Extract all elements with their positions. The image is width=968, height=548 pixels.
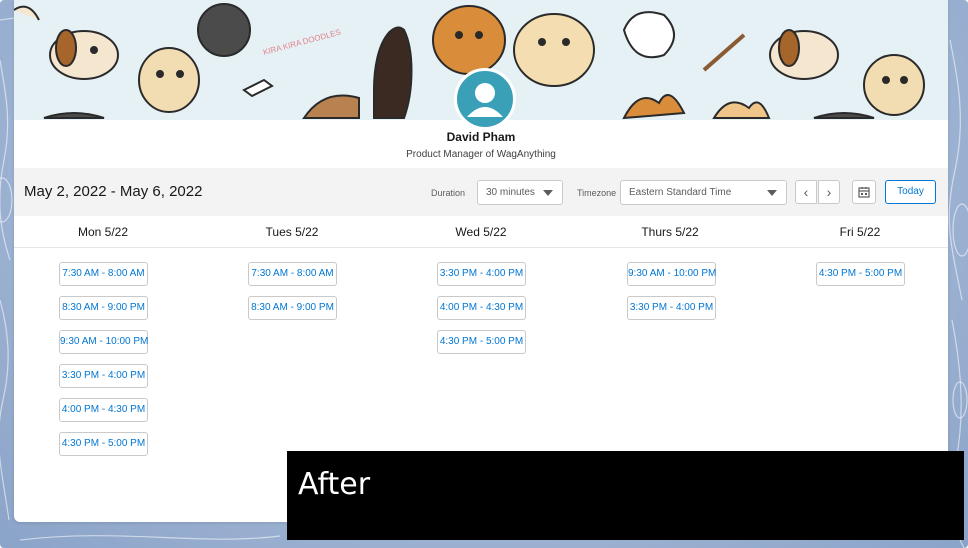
timezone-select[interactable]: Eastern Standard Time <box>620 180 787 205</box>
day-header-fri: Fri 5/22 <box>839 225 881 239</box>
after-label: After <box>298 467 371 502</box>
chevron-right-icon: › <box>826 184 832 200</box>
banner-logo-text: KIRA KIRA DOODLES <box>262 28 342 57</box>
avatar <box>454 68 516 130</box>
time-slot-button[interactable]: 8:30 AM - 9:00 PM <box>59 296 148 320</box>
time-slot-button[interactable]: 4:30 PM - 5:00 PM <box>59 432 148 456</box>
time-slot-button[interactable]: 9:30 AM - 10:00 PM <box>59 330 148 354</box>
time-slot-button[interactable]: 9:30 AM - 10:00 PM <box>627 262 716 286</box>
caret-down-icon <box>543 190 553 196</box>
day-header-thurs: Thurs 5/22 <box>641 225 699 239</box>
duration-value: 30 minutes <box>486 187 535 198</box>
duration-label: Duration <box>431 188 466 198</box>
day-header-wed: Wed 5/22 <box>455 225 507 239</box>
day-header-tues: Tues 5/22 <box>265 225 319 239</box>
time-slot-button[interactable]: 3:30 PM - 4:00 PM <box>437 262 526 286</box>
next-week-button[interactable]: › <box>818 180 840 204</box>
time-slot-button[interactable]: 4:30 PM - 5:00 PM <box>816 262 905 286</box>
profile-name: David Pham <box>446 130 516 144</box>
scheduler-toolbar: May 2, 2022 - May 6, 2022 Duration 30 mi… <box>14 168 948 216</box>
day-header-mon: Mon 5/22 <box>77 225 129 239</box>
time-slot-button[interactable]: 3:30 PM - 4:00 PM <box>59 364 148 388</box>
timezone-label: Timezone <box>577 188 617 198</box>
prev-week-button[interactable]: ‹ <box>795 180 817 204</box>
time-slot-button[interactable]: 4:00 PM - 4:30 PM <box>437 296 526 320</box>
time-slot-button[interactable]: 4:30 PM - 5:00 PM <box>437 330 526 354</box>
date-range: May 2, 2022 - May 6, 2022 <box>24 183 203 200</box>
duration-select[interactable]: 30 minutes <box>477 180 563 205</box>
time-slot-button[interactable]: 3:30 PM - 4:00 PM <box>627 296 716 320</box>
timezone-value: Eastern Standard Time <box>629 187 732 198</box>
after-label-overlay: After <box>287 451 964 540</box>
calendar-button[interactable] <box>852 180 876 204</box>
scheduler-card: KIRA KIRA DOODLES David Pham Product Man… <box>14 0 948 522</box>
profile-title: Product Manager of WagAnything <box>406 149 556 160</box>
day-header-row: Mon 5/22 Tues 5/22 Wed 5/22 Thurs 5/22 F… <box>14 216 948 248</box>
time-slot-button[interactable]: 8:30 AM - 9:00 PM <box>248 296 337 320</box>
calendar-icon <box>858 187 870 198</box>
chevron-left-icon: ‹ <box>803 184 809 200</box>
time-slot-button[interactable]: 4:00 PM - 4:30 PM <box>59 398 148 422</box>
time-slot-button[interactable]: 7:30 AM - 8:00 AM <box>59 262 148 286</box>
caret-down-icon <box>767 190 777 196</box>
time-slot-button[interactable]: 7:30 AM - 8:00 AM <box>248 262 337 286</box>
user-icon <box>467 83 503 117</box>
today-button[interactable]: Today <box>885 180 936 204</box>
